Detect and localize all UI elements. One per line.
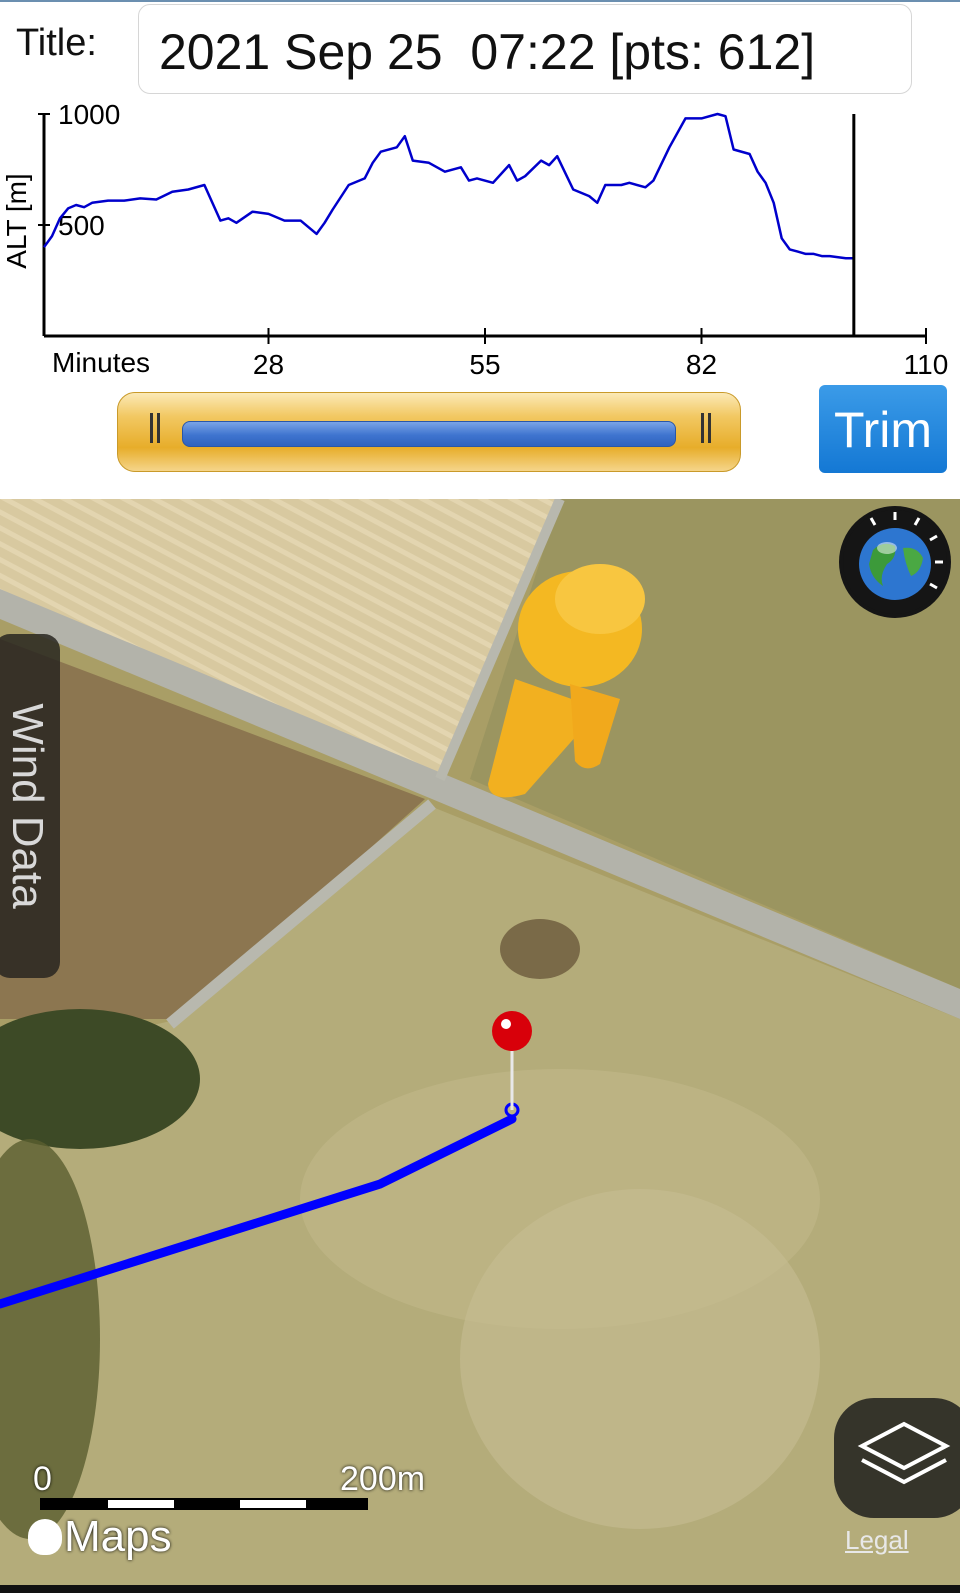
x-tick-label: 82 <box>686 349 717 380</box>
trim-selected-range[interactable] <box>182 421 676 447</box>
earth-mound <box>500 919 580 979</box>
y-axis-label: ALT [m] <box>1 173 32 268</box>
x-axis-label: Minutes <box>52 347 150 378</box>
wind-data-tab[interactable]: Wind Data <box>0 634 60 978</box>
title-input-value[interactable]: 2021 Sep 25 07:22 [pts: 612] <box>159 23 815 81</box>
wind-data-label: Wind Data <box>3 703 52 909</box>
y-tick-label: 1000 <box>58 100 120 130</box>
trim-end-handle[interactable] <box>699 413 713 443</box>
x-tick-label: 28 <box>253 349 284 380</box>
layers-icon <box>857 1421 951 1485</box>
x-tick-label: 110 <box>904 349 949 380</box>
location-pin[interactable] <box>492 1011 532 1051</box>
satellite-map[interactable]: Wind Data 0 200m Maps Legal <box>0 499 960 1585</box>
satellite-imagery <box>0 499 960 1585</box>
map-type-globe-button[interactable] <box>839 506 951 618</box>
x-tick-label: 55 <box>469 349 500 380</box>
scale-distance-label: 200m <box>340 1460 426 1498</box>
map-layers-button[interactable] <box>834 1398 960 1518</box>
globe-icon <box>843 510 947 614</box>
apple-icon <box>28 1519 62 1555</box>
maps-brand-text: Maps <box>64 1512 172 1561</box>
trim-range-slider[interactable] <box>117 392 741 472</box>
legal-link[interactable]: Legal <box>845 1525 909 1556</box>
altitude-series-line <box>42 112 854 260</box>
title-input[interactable]: 2021 Sep 25 07:22 [pts: 612] <box>138 4 912 94</box>
scale-bar-graphic <box>40 1498 368 1510</box>
trim-button[interactable]: Trim <box>819 385 947 473</box>
altitude-chart: 500 1000 28 55 82 110 Minutes ALT [m] <box>1 100 949 380</box>
apple-maps-logo: Maps <box>28 1512 172 1562</box>
scale-zero-label: 0 <box>33 1460 52 1498</box>
y-tick-label: 500 <box>58 210 105 241</box>
top-divider <box>0 0 960 2</box>
trim-start-handle[interactable] <box>148 413 162 443</box>
title-label: Title: <box>16 22 97 64</box>
bottom-edge <box>0 1585 960 1593</box>
